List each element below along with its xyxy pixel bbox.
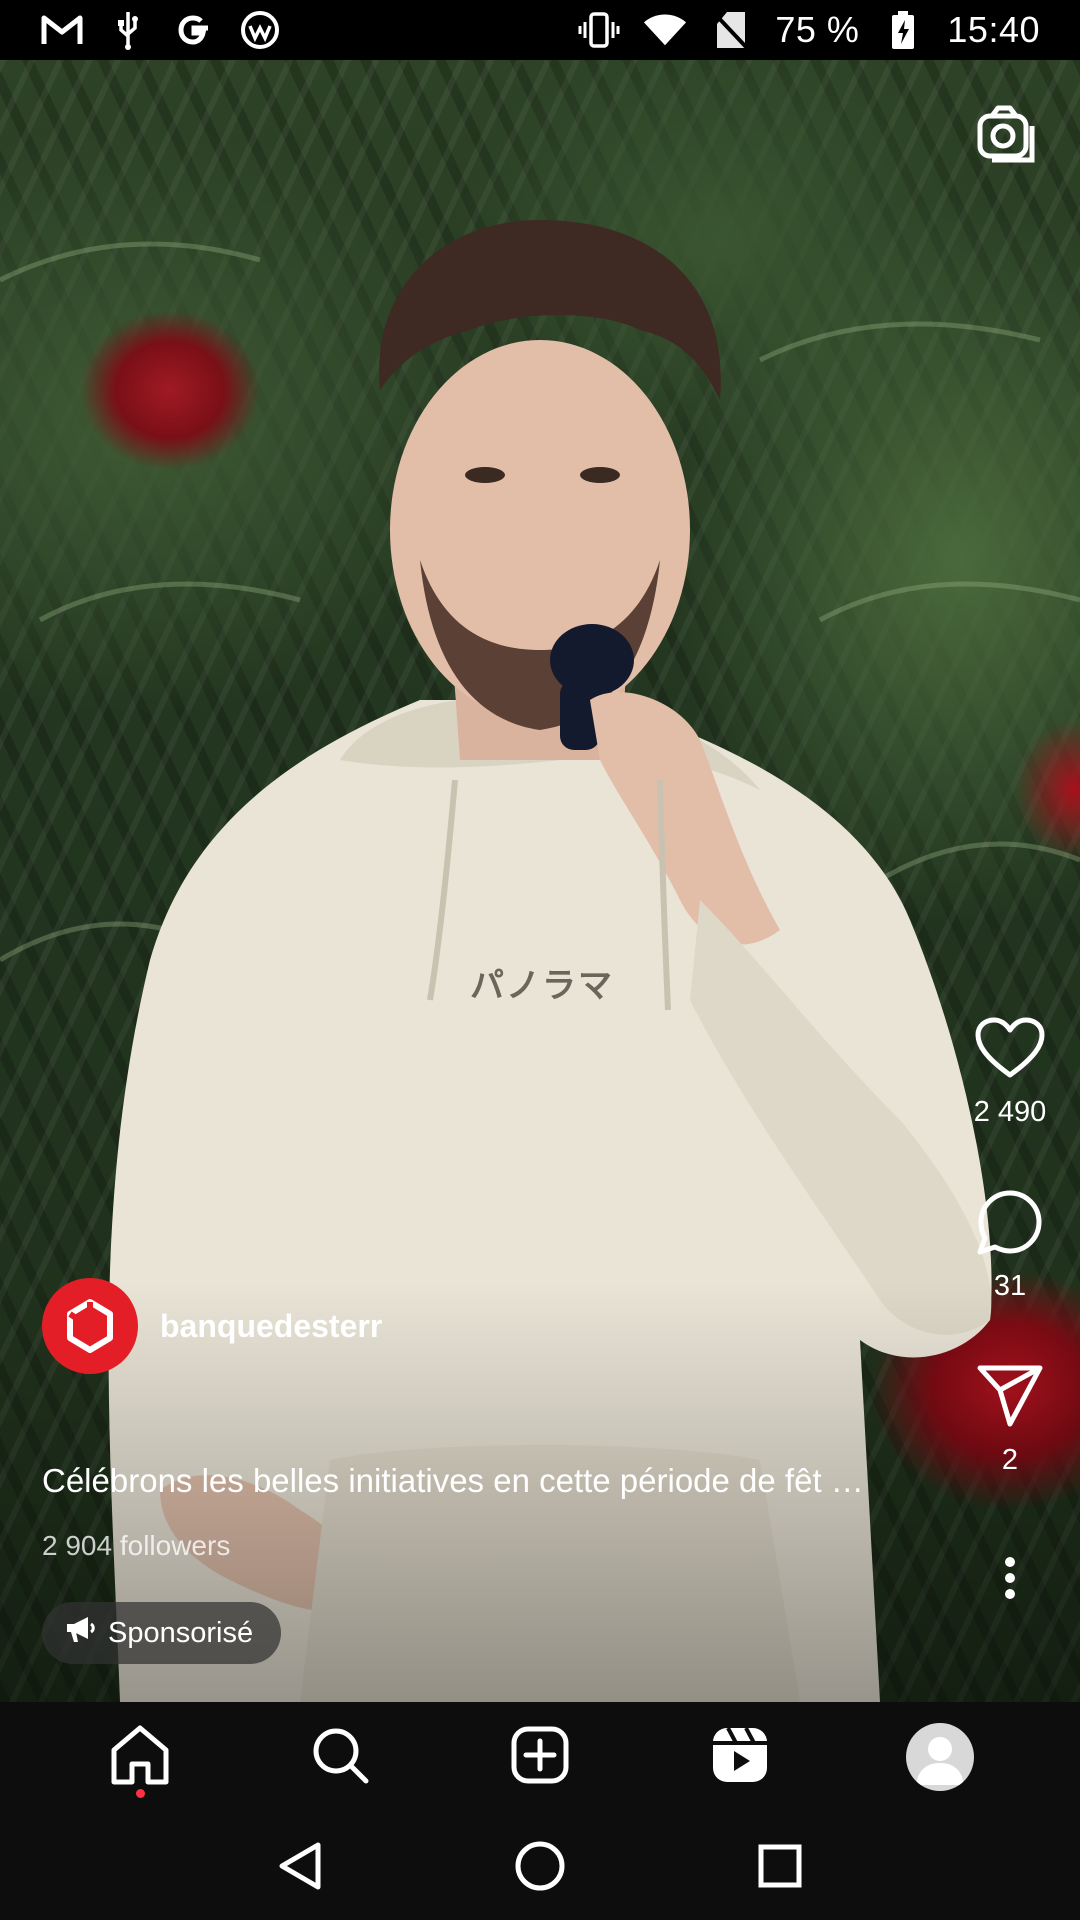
- recents-icon[interactable]: [745, 1831, 815, 1901]
- reel-video[interactable]: パノラマ: [0, 60, 1080, 1702]
- no-sim-icon: [709, 8, 753, 52]
- tab-search[interactable]: [295, 1712, 385, 1802]
- sponsored-label: Sponsorisé: [108, 1616, 254, 1649]
- tab-create[interactable]: [495, 1712, 585, 1802]
- usb-icon: [106, 8, 150, 52]
- author-username[interactable]: banquedesterr: [160, 1308, 382, 1345]
- more-options-icon[interactable]: [972, 1540, 1048, 1616]
- gmail-icon: [40, 8, 84, 52]
- share-count: 2: [1001, 1444, 1019, 1476]
- send-icon[interactable]: [972, 1358, 1048, 1434]
- status-bar: 75 % 15:40: [0, 0, 1080, 60]
- more-action: [962, 1540, 1058, 1616]
- author-row[interactable]: banquedesterr: [42, 1278, 382, 1374]
- shirt-print: パノラマ: [470, 967, 614, 1005]
- share-action: 2: [962, 1358, 1058, 1477]
- home-circle-icon[interactable]: [505, 1831, 575, 1901]
- app-notification-icon: [238, 8, 282, 52]
- comment-icon[interactable]: [972, 1184, 1048, 1260]
- back-icon[interactable]: [265, 1831, 335, 1901]
- home-icon: [108, 1724, 172, 1791]
- vibrate-icon: [577, 8, 621, 52]
- followers-count: 2 904 followers: [42, 1530, 231, 1561]
- system-nav-bar: [0, 1812, 1080, 1920]
- notification-dot: [135, 1789, 145, 1798]
- tab-reels[interactable]: [695, 1712, 785, 1802]
- comment-count: 31: [993, 1270, 1027, 1302]
- megaphone-icon: [64, 1614, 96, 1652]
- bottom-tab-bar: [0, 1702, 1080, 1812]
- sponsored-badge[interactable]: Sponsorisé: [42, 1602, 282, 1664]
- like-count: 2 490: [973, 1096, 1047, 1128]
- clock: 15:40: [947, 9, 1040, 50]
- battery-charging-icon: [881, 8, 925, 52]
- tab-profile[interactable]: [895, 1712, 985, 1802]
- wifi-icon: [643, 8, 687, 52]
- camera-icon[interactable]: [974, 102, 1038, 166]
- tab-home[interactable]: [95, 1712, 185, 1802]
- battery-percent: 75 %: [775, 9, 860, 50]
- reels-icon: [710, 1725, 770, 1790]
- heart-icon[interactable]: [972, 1010, 1048, 1086]
- search-icon: [310, 1725, 370, 1790]
- like-action: 2 490: [962, 1010, 1058, 1129]
- profile-avatar: [906, 1723, 974, 1791]
- create-icon: [510, 1725, 570, 1790]
- google-icon: [172, 8, 216, 52]
- post-caption[interactable]: Célébrons les belles initiatives en cett…: [42, 1462, 942, 1500]
- brand-avatar[interactable]: [42, 1278, 138, 1374]
- comment-action: 31: [962, 1184, 1058, 1303]
